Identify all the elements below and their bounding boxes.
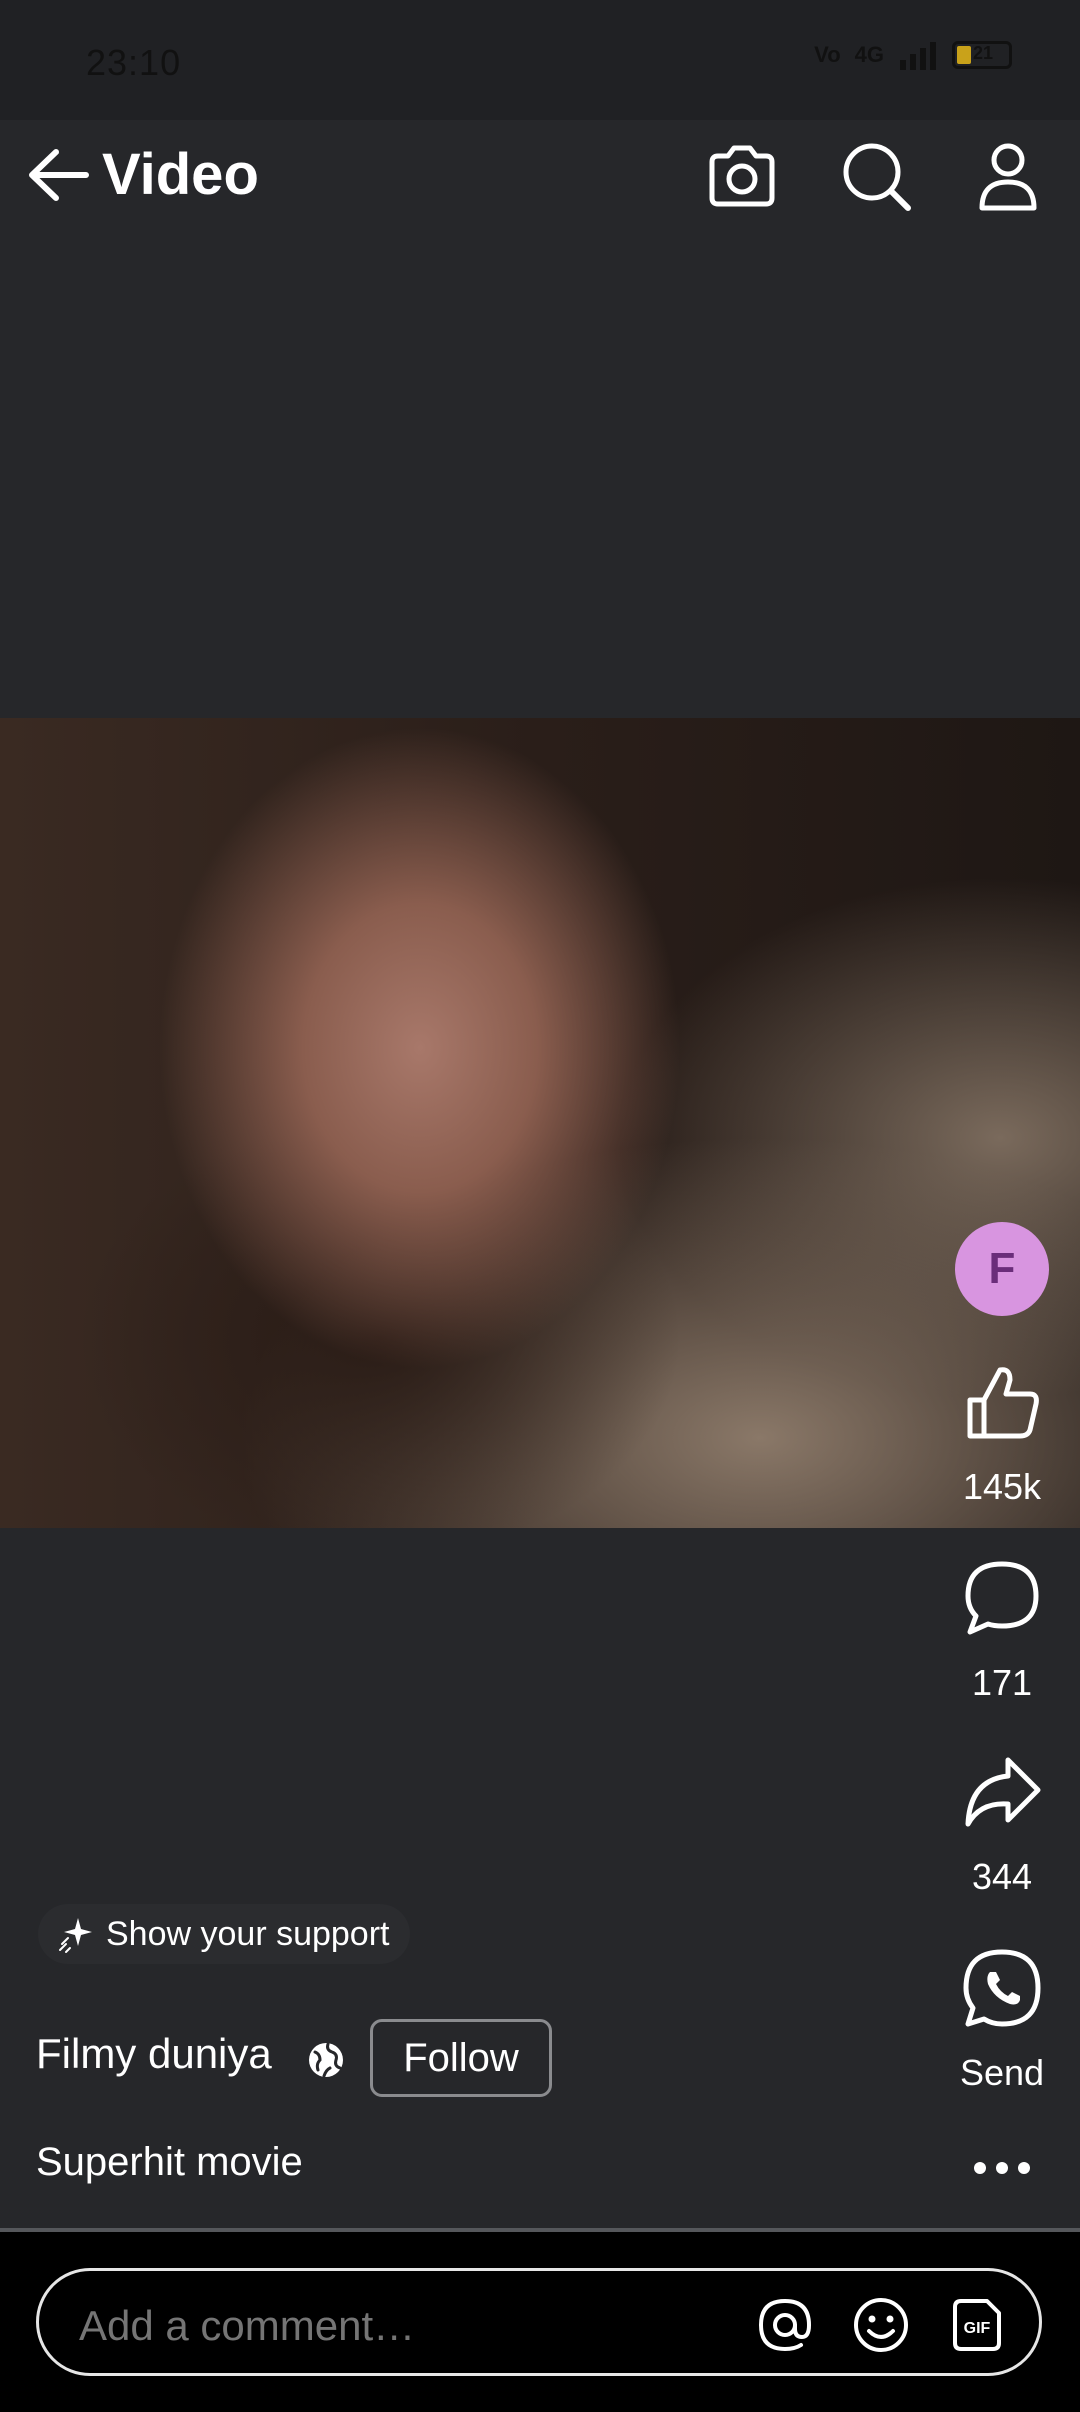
- whatsapp-icon[interactable]: [960, 1946, 1044, 2030]
- post-caption: Superhit movie: [36, 2140, 303, 2184]
- volte-icon: Vo: [814, 42, 841, 67]
- battery-icon: 21: [952, 41, 1012, 69]
- send-label[interactable]: Send: [920, 2052, 1080, 2094]
- share-icon[interactable]: [960, 1750, 1044, 1834]
- share-count: 344: [971, 1856, 1033, 1897]
- video-player[interactable]: [0, 718, 1080, 1528]
- signal-icon: [900, 42, 936, 70]
- globe-icon: [309, 2042, 343, 2078]
- battery-level: 21: [973, 43, 994, 63]
- comment-icon[interactable]: [960, 1556, 1044, 1640]
- like-icon[interactable]: [960, 1360, 1044, 1444]
- top-header: Video: [0, 120, 1080, 230]
- channel-avatar[interactable]: F: [955, 1222, 1049, 1316]
- gif-icon[interactable]: GIF: [947, 2295, 1007, 2355]
- back-arrow-icon[interactable]: [24, 142, 94, 208]
- page-title: Video: [102, 142, 259, 207]
- comment-input[interactable]: [77, 2301, 721, 2351]
- comment-box[interactable]: GIF: [36, 2268, 1042, 2376]
- more-options-icon[interactable]: [968, 2148, 1036, 2188]
- mention-icon[interactable]: [755, 2295, 815, 2355]
- svg-text:GIF: GIF: [964, 2320, 991, 2337]
- camera-icon[interactable]: [704, 138, 780, 214]
- comment-count: 171: [971, 1662, 1033, 1703]
- app-root: 23:10 Vo 4G 21 Video F 145k 171 344 Send…: [0, 0, 1080, 2412]
- profile-icon[interactable]: [970, 138, 1046, 214]
- network-type: 4G: [854, 42, 884, 67]
- emoji-icon[interactable]: [851, 2295, 911, 2355]
- show-support-button[interactable]: Show your support: [38, 1904, 410, 1964]
- support-label: Show your support: [106, 1914, 390, 1953]
- status-time: 23:10: [86, 42, 182, 83]
- follow-button[interactable]: Follow: [370, 2019, 552, 2097]
- author-name[interactable]: Filmy duniya: [36, 2030, 272, 2078]
- like-count: 145k: [962, 1466, 1042, 1507]
- status-bar: 23:10 Vo 4G 21: [0, 0, 1080, 120]
- search-icon[interactable]: [838, 138, 914, 214]
- sparkle-icon: [59, 1918, 92, 1953]
- status-icons: Vo 4G 21: [814, 40, 1012, 70]
